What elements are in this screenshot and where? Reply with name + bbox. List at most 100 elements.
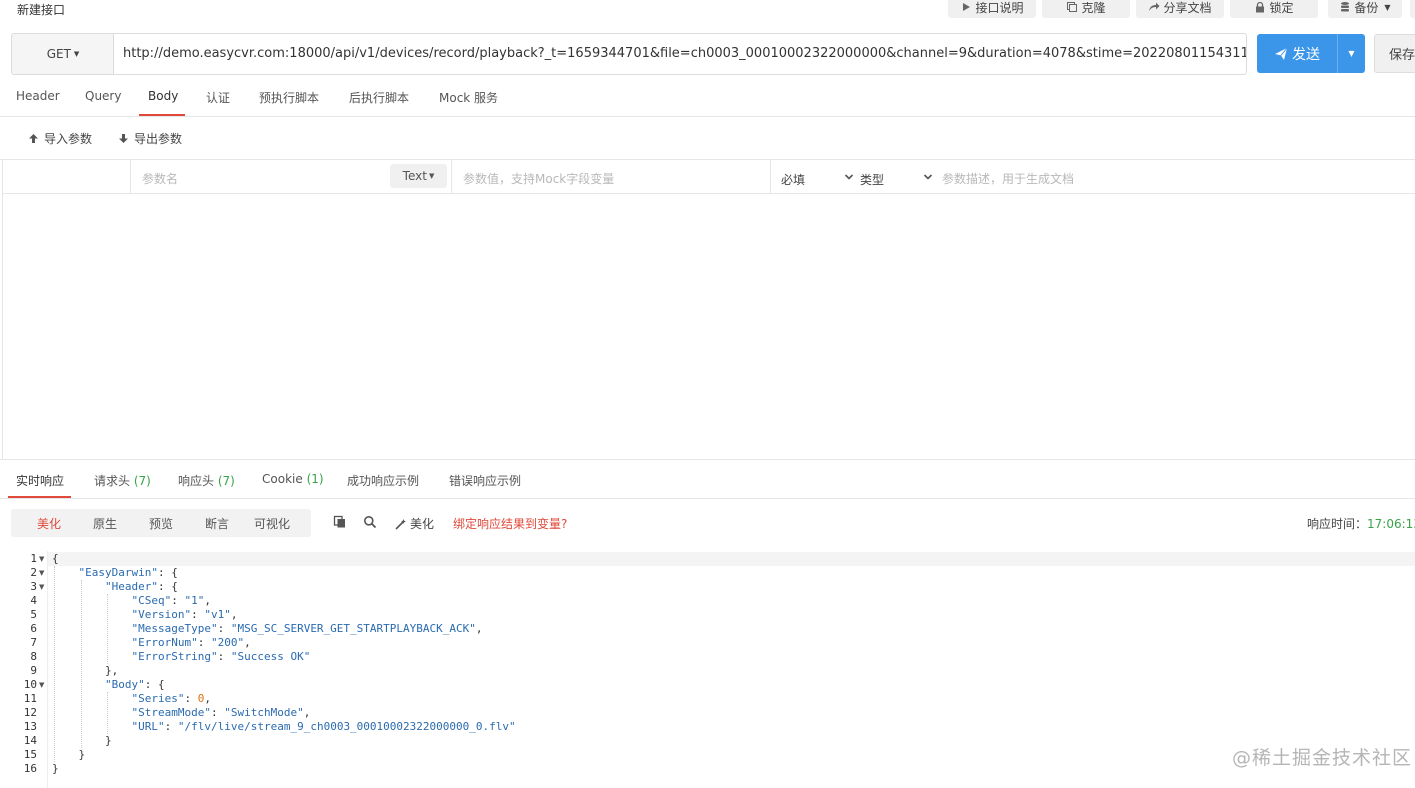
search-icon[interactable] — [363, 515, 377, 529]
code-token: : — [210, 706, 225, 719]
share-icon — [1149, 2, 1160, 11]
line-number: 11 — [23, 692, 37, 705]
more-button[interactable] — [1410, 0, 1415, 18]
clone-button[interactable]: 克隆 — [1042, 0, 1130, 18]
code-token: , — [303, 706, 311, 719]
beautify-label: 美化 — [410, 517, 435, 531]
active-line-highlight — [48, 552, 1415, 566]
body-left-border — [2, 160, 3, 460]
clone-label: 克隆 — [1081, 0, 1106, 15]
export-params-label: 导出参数 — [134, 132, 183, 146]
param-description-input[interactable]: 参数描述，用于生成文档 — [942, 170, 1074, 187]
tab-auth[interactable]: 认证 — [206, 89, 230, 106]
api-doc-button[interactable]: 接口说明 — [948, 0, 1036, 18]
code-line: "ErrorNum": "200", — [132, 636, 251, 650]
code-token: { — [52, 552, 59, 565]
view-mode-switch: 美化 原生 预览 断言 可视化 — [11, 509, 311, 537]
tab-response-headers[interactable]: 响应头 (7) — [178, 472, 235, 489]
param-type-select[interactable]: Text ▼ — [390, 164, 447, 188]
code-token: "/flv/live/stream_9_ch0003_0001000232200… — [177, 720, 516, 733]
send-options-button[interactable]: ▼ — [1338, 49, 1365, 58]
code-token: "Body" — [105, 678, 145, 691]
tab-pre-script[interactable]: 预执行脚本 — [259, 89, 319, 106]
active-response-tab-indicator — [8, 496, 71, 498]
response-tabs: 实时响应 请求头 (7) 响应头 (7) Cookie (1) 成功响应示例 错… — [0, 459, 1415, 499]
tab-error-example[interactable]: 错误响应示例 — [449, 472, 521, 489]
indent-guide — [107, 692, 108, 734]
code-token: , — [244, 636, 251, 649]
response-code-view[interactable]: 1 ▼{2 ▼ "EasyDarwin": {3 ▼ "Header": {4 "CSeq"… — [0, 551, 1415, 788]
tab-header[interactable]: Header — [16, 89, 60, 103]
code-token: "ErrorString" — [131, 650, 218, 663]
export-params-button[interactable]: 导出参数 — [118, 130, 182, 147]
code-line: "Version": "v1", — [132, 608, 238, 622]
bind-response-link[interactable]: 绑定响应结果到变量? — [453, 515, 567, 532]
fold-toggle-icon[interactable]: ▼ — [39, 552, 44, 566]
share-doc-button[interactable]: 分享文档 — [1136, 0, 1224, 18]
tab-post-script[interactable]: 后执行脚本 — [349, 89, 409, 106]
line-number: 8 — [30, 650, 37, 663]
view-raw[interactable]: 原生 — [93, 515, 117, 532]
line-number: 14 — [23, 734, 37, 747]
indent-guide — [80, 580, 82, 748]
send-icon — [1275, 47, 1288, 60]
code-token: , — [204, 692, 211, 705]
code-token: , — [475, 622, 483, 635]
method-label: GET — [46, 47, 71, 61]
view-visualize[interactable]: 可视化 — [254, 515, 290, 532]
url-input[interactable]: http://demo.easycvr.com:18000/api/v1/dev… — [113, 33, 1247, 75]
import-params-button[interactable]: 导入参数 — [28, 130, 92, 147]
tab-request-headers[interactable]: 请求头 (7) — [94, 472, 151, 489]
method-select[interactable]: GET ▼ — [11, 33, 114, 75]
code-token: "SwitchMode" — [224, 706, 304, 719]
tab-success-example-label: 成功响应示例 — [347, 474, 420, 488]
view-beautify[interactable]: 美化 — [37, 515, 61, 532]
tab-cookie[interactable]: Cookie (1) — [262, 472, 324, 486]
column-divider — [451, 160, 452, 194]
response-time-label: 响应时间： — [1307, 517, 1368, 531]
indent-guide — [107, 594, 108, 664]
code-line: "MessageType": "MSG_SC_SERVER_GET_STARTP… — [132, 622, 483, 636]
save-button[interactable]: 保存 — [1374, 34, 1415, 73]
code-line: } — [52, 762, 59, 776]
fold-toggle-icon[interactable]: ▼ — [39, 580, 44, 594]
code-line: } — [105, 734, 112, 748]
caret-down-icon: ▼ — [428, 172, 435, 180]
view-assert[interactable]: 断言 — [205, 515, 229, 532]
code-token: }, — [105, 664, 119, 677]
copy-icon[interactable] — [333, 515, 347, 529]
lock-button[interactable]: 锁定 — [1230, 0, 1318, 18]
kind-select[interactable]: 类型 — [860, 171, 884, 188]
line-number: 15 — [23, 748, 37, 761]
tab-mock-service[interactable]: Mock 服务 — [439, 89, 498, 106]
chevron-down-icon — [844, 174, 854, 180]
code-token: } — [52, 762, 59, 775]
code-token: "MessageType" — [131, 622, 218, 635]
copy-icon — [1067, 2, 1078, 12]
required-select[interactable]: 必填 — [781, 171, 805, 188]
tab-live-response[interactable]: 实时响应 — [16, 472, 64, 489]
send-button[interactable]: 发送 ▼ — [1257, 34, 1365, 73]
param-value-input[interactable]: 参数值，支持Mock字段变量 — [463, 170, 614, 187]
response-headers-count: (7) — [217, 474, 235, 488]
tab-success-example[interactable]: 成功响应示例 — [347, 472, 419, 489]
line-number: 3 — [30, 580, 37, 593]
fold-toggle-icon[interactable]: ▼ — [39, 566, 44, 580]
column-divider — [770, 160, 771, 194]
backup-dropdown[interactable]: 备份 ▼ — [1328, 0, 1402, 18]
beautify-button[interactable]: 美化 — [395, 515, 434, 532]
top-bar: 新建接口 接口说明 克隆 分享文档 锁定 备份 ▼ — [0, 0, 1415, 22]
code-token: , — [230, 608, 238, 621]
code-token: : — [217, 622, 231, 635]
tab-query[interactable]: Query — [85, 89, 121, 103]
share-doc-label: 分享文档 — [1163, 0, 1212, 15]
param-name-input[interactable]: 参数名 — [142, 170, 178, 187]
fold-toggle-icon[interactable]: ▼ — [39, 678, 44, 692]
tab-body[interactable]: Body — [148, 89, 178, 103]
cookie-count: (1) — [306, 472, 324, 486]
chevron-down-icon — [923, 174, 933, 180]
params-toolbar: 导入参数 导出参数 — [0, 118, 1415, 160]
code-line: "CSeq": "1", — [132, 594, 212, 608]
code-token: : — [191, 608, 205, 621]
view-preview[interactable]: 预览 — [149, 515, 173, 532]
